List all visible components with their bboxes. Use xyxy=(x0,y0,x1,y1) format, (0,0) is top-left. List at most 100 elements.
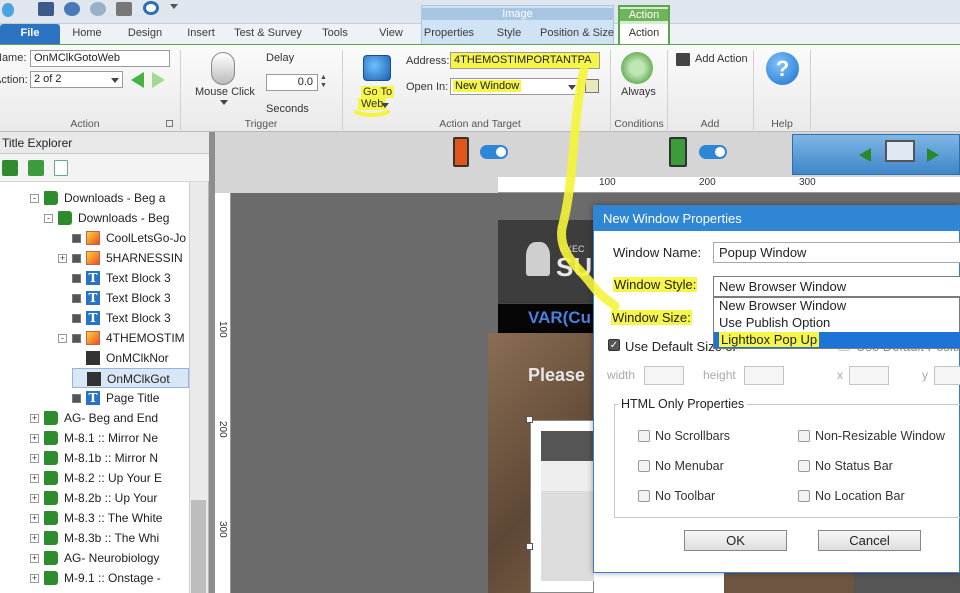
tab-test-survey[interactable]: Test & Survey xyxy=(232,24,304,44)
tree-expander-icon[interactable]: + xyxy=(30,494,39,503)
tree-expander-icon[interactable]: + xyxy=(30,554,39,563)
tree-expander-icon[interactable]: - xyxy=(44,214,53,223)
tree-item[interactable]: + AG- Neurobiology xyxy=(30,548,189,568)
next-view-icon[interactable] xyxy=(927,148,939,162)
tree-expander-icon[interactable]: + xyxy=(58,254,67,263)
visibility-checkbox[interactable] xyxy=(72,294,81,303)
tree-item[interactable]: OnMClkGot xyxy=(72,368,189,388)
tree-expander-icon[interactable]: + xyxy=(30,514,39,523)
tree-item[interactable]: T Text Block 3 xyxy=(58,268,189,288)
y-field[interactable] xyxy=(934,366,960,385)
preview-icon[interactable] xyxy=(143,1,159,15)
open-in-select[interactable]: New Window xyxy=(450,78,580,95)
tree-expander-icon[interactable]: + xyxy=(30,474,39,483)
chevron-down-icon[interactable] xyxy=(170,4,178,9)
add-action-label[interactable]: Add Action xyxy=(695,53,748,65)
group-launcher-icon[interactable] xyxy=(166,120,173,127)
mouse-icon[interactable] xyxy=(211,52,235,85)
visibility-checkbox[interactable] xyxy=(72,254,81,263)
no-scrollbars-checkbox[interactable] xyxy=(638,430,650,442)
delay-field[interactable]: 0.0 xyxy=(266,74,318,91)
phone-toggle[interactable] xyxy=(699,145,727,159)
action-index-select[interactable]: 2 of 2 xyxy=(30,71,123,88)
tab-home[interactable]: Home xyxy=(66,24,108,44)
dropdown-option-use-publish-option[interactable]: Use Publish Option xyxy=(714,315,960,331)
window-name-field[interactable]: Popup Window xyxy=(713,242,960,263)
globe-icon[interactable] xyxy=(363,55,391,81)
previous-action-icon[interactable] xyxy=(131,72,144,88)
selected-image-object[interactable] xyxy=(530,420,595,593)
save-icon[interactable] xyxy=(38,2,54,16)
tab-design[interactable]: Design xyxy=(122,24,168,44)
resize-handle[interactable] xyxy=(526,416,533,423)
tree-expander-icon[interactable]: - xyxy=(58,334,67,343)
tab-action[interactable]: Action xyxy=(620,24,668,44)
dropdown-option-new-browser-window[interactable]: New Browser Window xyxy=(714,298,960,314)
no-status-bar-checkbox[interactable] xyxy=(798,460,810,472)
visibility-checkbox[interactable] xyxy=(72,234,81,243)
tab-insert[interactable]: Insert xyxy=(182,24,220,44)
no-toolbar-checkbox[interactable] xyxy=(638,490,650,502)
cancel-button[interactable]: Cancel xyxy=(818,530,921,551)
name-field[interactable]: OnMClkGotoWeb xyxy=(30,50,170,67)
tree-item[interactable]: + M-8.2b :: Up Your xyxy=(30,488,189,508)
tree-item[interactable]: T Page Title xyxy=(58,388,189,408)
always-arrows-icon[interactable] xyxy=(621,52,653,84)
go-to-web-label-1[interactable]: Go To xyxy=(361,86,395,98)
dropdown-option-lightbox-pop-up[interactable]: Lightbox Pop Up xyxy=(714,332,960,348)
tree-expander-icon[interactable]: + xyxy=(30,434,39,443)
tree-item[interactable]: - Downloads - Beg xyxy=(44,208,189,228)
height-field[interactable] xyxy=(744,366,784,385)
tree-expander-icon[interactable]: + xyxy=(30,574,39,583)
visibility-checkbox[interactable] xyxy=(72,334,81,343)
tree-item[interactable]: + M-8.1b :: Mirror N xyxy=(30,448,189,468)
always-label[interactable]: Always xyxy=(621,86,656,98)
ok-button[interactable]: OK xyxy=(684,530,787,551)
tablet-icon[interactable] xyxy=(453,137,469,167)
tree-item[interactable]: CoolLetsGo-Jo xyxy=(58,228,189,248)
edit-window-properties-icon[interactable] xyxy=(585,79,599,93)
address-field[interactable]: 4THEMOSTIMPORTANTPA xyxy=(450,52,600,69)
tree-item[interactable]: - Downloads - Beg a xyxy=(30,188,189,208)
tree-item[interactable]: +5HARNESSIN xyxy=(58,248,189,268)
visibility-checkbox[interactable] xyxy=(72,394,81,403)
resize-handle[interactable] xyxy=(526,543,533,550)
print-icon[interactable] xyxy=(116,2,132,16)
tab-tools[interactable]: Tools xyxy=(318,24,352,44)
tree-item[interactable]: + M-9.1 :: Onstage - xyxy=(30,568,189,588)
undo-icon[interactable] xyxy=(64,2,80,16)
tree-item[interactable]: + M-8.3b :: The Whi xyxy=(30,528,189,548)
add-page-icon[interactable] xyxy=(54,160,68,176)
desktop-preview-panel[interactable] xyxy=(792,134,960,175)
previous-view-icon[interactable] xyxy=(859,148,871,162)
help-icon[interactable]: ? xyxy=(766,52,799,85)
tab-properties[interactable]: Properties xyxy=(423,24,475,44)
width-field[interactable] xyxy=(644,366,684,385)
delay-spinner[interactable]: ▲ ▼ xyxy=(320,74,330,91)
tree-item[interactable]: + M-8.3 :: The White xyxy=(30,508,189,528)
tree-expander-icon[interactable]: + xyxy=(30,454,39,463)
visibility-checkbox[interactable] xyxy=(72,314,81,323)
tree-expander-icon[interactable]: + xyxy=(30,534,39,543)
tablet-toggle[interactable] xyxy=(480,145,508,159)
tree-item[interactable]: + AG- Beg and End xyxy=(30,408,189,428)
no-menubar-checkbox[interactable] xyxy=(638,460,650,472)
tree-item[interactable]: - 4THEMOSTIM xyxy=(58,328,189,348)
mouse-click-label[interactable]: Mouse Click xyxy=(195,86,255,98)
tab-view[interactable]: View xyxy=(376,24,406,44)
add-action-icon[interactable] xyxy=(676,53,690,66)
phone-icon[interactable] xyxy=(669,137,687,167)
next-action-icon[interactable] xyxy=(152,72,165,88)
window-style-select[interactable]: New Browser Window xyxy=(713,276,960,297)
tab-position-size[interactable]: Position & Size xyxy=(540,24,614,44)
explorer-scrollbar-thumb[interactable] xyxy=(191,500,206,593)
tree-expander-icon[interactable]: - xyxy=(30,194,39,203)
tree-item[interactable]: + M-8.1 :: Mirror Ne xyxy=(30,428,189,448)
tree-item[interactable]: OnMClkNor xyxy=(72,348,189,368)
x-field[interactable] xyxy=(849,366,889,385)
add-section-icon[interactable] xyxy=(28,160,44,176)
tree-item[interactable]: + M-8.2 :: Up Your E xyxy=(30,468,189,488)
visibility-checkbox[interactable] xyxy=(72,274,81,283)
redo-icon[interactable] xyxy=(90,2,106,16)
non-resizable-checkbox[interactable] xyxy=(798,430,810,442)
